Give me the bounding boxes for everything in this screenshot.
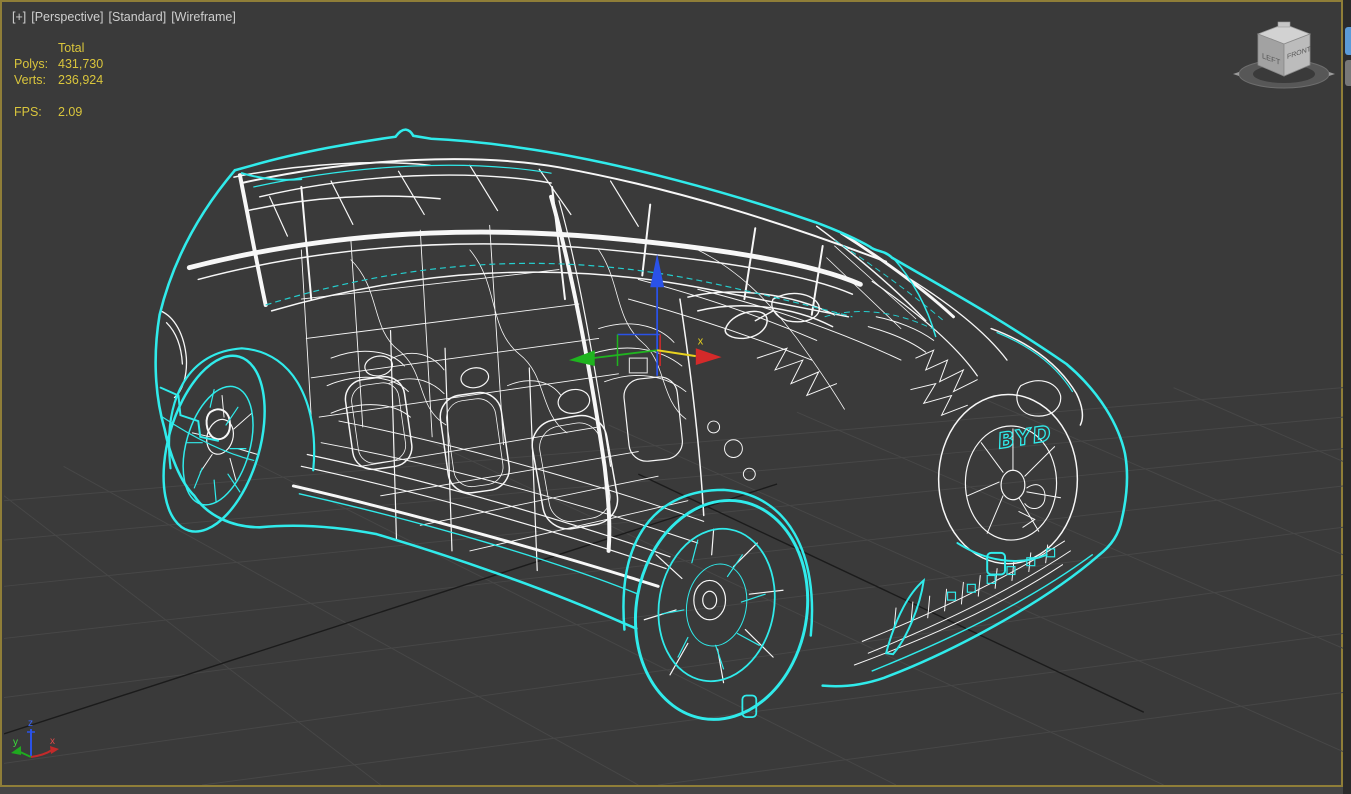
command-panel-edge-blue-fragment (1345, 27, 1351, 55)
viewcube-cube[interactable]: LEFT FRONT (1256, 21, 1312, 77)
statistics-overlay: Total Polys: 431,730 Verts: 236,924 FPS:… (14, 40, 103, 120)
perspective-viewport[interactable]: BYD x [+] [Perspective] [Standard] [Wire… (0, 0, 1343, 787)
home-grid (4, 387, 1343, 785)
viewport-pov-menu[interactable]: [Perspective] (31, 10, 103, 24)
statistics-header: Total (58, 41, 85, 55)
car-body-outline[interactable] (154, 128, 1129, 719)
car-wheel-rear[interactable] (145, 344, 283, 543)
viewport-canvas[interactable]: BYD x (4, 4, 1343, 785)
viewport-label: [+] [Perspective] [Standard] [Wireframe] (12, 10, 236, 24)
tripod-y-label: y (13, 737, 18, 748)
car-wheel-front[interactable] (618, 487, 824, 733)
gizmo-center-box[interactable] (628, 357, 648, 374)
verts-label: Verts: (14, 73, 46, 87)
tripod-x-axis (30, 749, 53, 758)
verts-value: 236,924 (58, 73, 104, 87)
fps-value: 2.09 (58, 105, 83, 119)
tripod-x-label: x (50, 736, 55, 747)
statistics-polys-row: Polys: 431,730 (14, 56, 103, 72)
move-gizmo[interactable]: x (568, 253, 722, 376)
tripod-z-label: z (28, 718, 33, 729)
statistics-verts-row: Verts: 236,924 (14, 72, 103, 88)
statistics-fps-row: FPS: 2.09 (14, 104, 103, 120)
status-bar-edge (0, 787, 1343, 794)
polys-value: 431,730 (58, 57, 104, 71)
viewcube[interactable]: LEFT FRONT (1228, 6, 1340, 114)
polys-label: Polys: (14, 57, 49, 71)
command-panel-edge (1343, 0, 1351, 794)
fps-label: FPS: (14, 105, 42, 119)
command-panel-edge-gray-fragment (1345, 60, 1351, 86)
viewport-general-menu[interactable]: [+] (12, 10, 26, 24)
viewcube-top-notch (1277, 21, 1291, 28)
tripod-x-arrow (50, 746, 59, 754)
gizmo-x-label: x (698, 335, 704, 347)
max-viewport-screen: { "viewport": { "menu_plus": "[+]", "men… (0, 0, 1351, 794)
car-wireframe-model[interactable]: BYD (145, 128, 1129, 733)
viewport-shading-menu[interactable]: [Wireframe] (171, 10, 236, 24)
viewport-preset-menu[interactable]: [Standard] (109, 10, 167, 24)
world-axis-tripod: z y x (11, 718, 59, 758)
